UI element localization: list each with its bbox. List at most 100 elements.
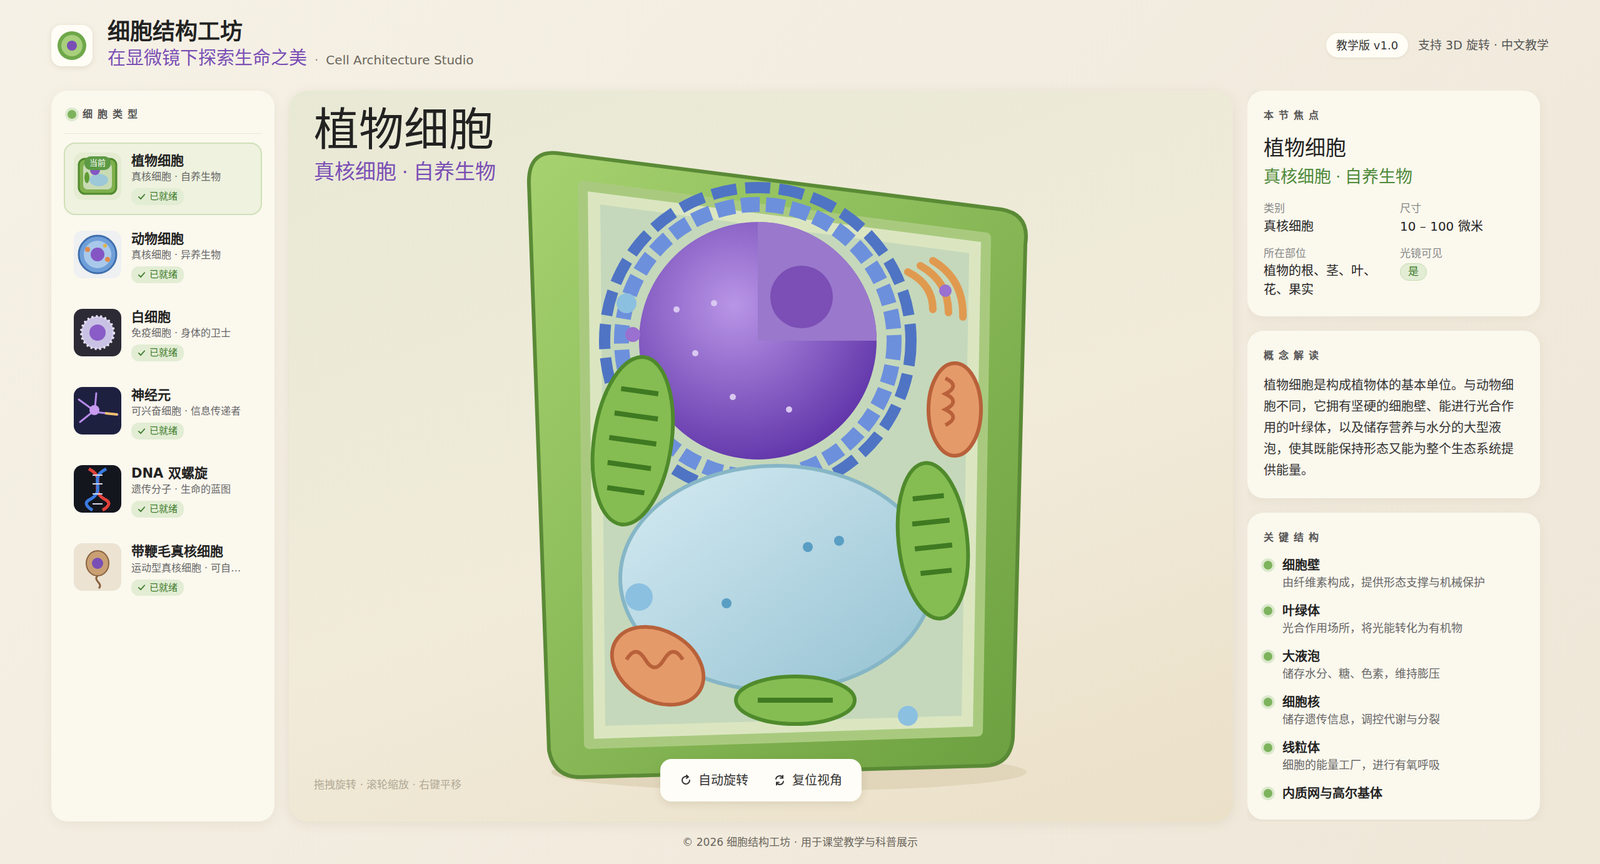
cell-thumbnail xyxy=(73,465,122,513)
item-name: 带鞭毛真核细胞 xyxy=(131,543,241,561)
focus-subtitle: 真核细胞 · 自养生物 xyxy=(1263,164,1524,191)
status-wrap: 已就绪 xyxy=(131,184,221,206)
field-label: 所在部位 xyxy=(1263,245,1388,262)
info-panel[interactable]: 本节焦点植物细胞真核细胞 · 自养生物类别真核细胞尺寸10 – 100 微米所在… xyxy=(1247,90,1549,822)
cell-thumbnail xyxy=(73,308,122,357)
cell-thumbnail xyxy=(73,387,122,435)
item-name: 白细胞 xyxy=(131,308,231,326)
feature-note: 支持 3D 旋转 · 中文教学 xyxy=(1418,36,1549,55)
structure-text: 细胞壁由纤维素构成，提供形态支撑与机械保护 xyxy=(1282,556,1485,591)
structure-desc: 由纤维素构成，提供形态支撑与机械保护 xyxy=(1282,573,1485,591)
status-badge: 已就绪 xyxy=(131,422,184,440)
field-value: 10 – 100 微米 xyxy=(1399,218,1484,234)
status-text: 已就绪 xyxy=(149,580,178,596)
cell-thumbnail xyxy=(73,230,122,279)
sidebar-item[interactable]: 带鞭毛真核细胞运动型真核细胞 · 可自… 已就绪 xyxy=(63,533,262,606)
cell-thumbnail: 当前 xyxy=(73,152,122,201)
focus-title: 植物细胞 xyxy=(1263,133,1524,165)
header-dot xyxy=(67,110,77,119)
item-subtitle: 运动型真核细胞 · 可自… xyxy=(131,560,241,576)
button-label: 复位视角 xyxy=(792,770,843,790)
structure-name: 大液泡 xyxy=(1282,647,1440,666)
sidebar-item[interactable]: 神经元可兴奋细胞 · 信息传递者已就绪 xyxy=(63,377,262,450)
item-text: 白细胞免疫细胞 · 身体的卫士已就绪 xyxy=(131,308,231,362)
item-name: 植物细胞 xyxy=(131,152,221,170)
structure-item[interactable]: 大液泡储存水分、糖、色素，维持膨压 xyxy=(1263,647,1524,683)
app-header: 细胞结构工坊在显微镜下探索生命之美·Cell Architecture Stud… xyxy=(51,0,1549,91)
rotate-icon xyxy=(679,774,693,787)
structure-text: 细胞核储存遗传信息，调控代谢与分裂 xyxy=(1282,693,1440,728)
check-icon xyxy=(137,427,146,436)
field-value-wrap: 是 xyxy=(1399,261,1524,281)
field-value-wrap: 真核细胞 xyxy=(1263,216,1388,236)
structure-item[interactable]: 叶绿体光合作用场所，将光能转化为有机物 xyxy=(1263,602,1524,637)
rotate-button[interactable]: 自动旋转 xyxy=(670,765,758,796)
structure-item[interactable]: 细胞壁由纤维素构成，提供形态支撑与机械保护 xyxy=(1263,556,1524,591)
footer-text: © 2026 细胞结构工坊 · 用于课堂教学与科普展示 xyxy=(682,834,918,851)
field-label: 类别 xyxy=(1263,200,1388,217)
focus-field: 尺寸10 – 100 微米 xyxy=(1399,200,1524,236)
check-icon xyxy=(137,270,146,279)
check-icon xyxy=(137,583,146,592)
focus-label: 本节焦点 xyxy=(1263,108,1524,124)
structure-list: 细胞壁由纤维素构成，提供形态支撑与机械保护叶绿体光合作用场所，将光能转化为有机物… xyxy=(1263,556,1524,803)
sidebar-item[interactable]: 当前植物细胞真核细胞 · 自养生物已就绪 xyxy=(63,142,262,216)
status-badge: 已就绪 xyxy=(131,500,184,518)
structure-item[interactable]: 内质网与高尔基体 xyxy=(1263,784,1524,803)
stage-title: 植物细胞 xyxy=(313,103,497,157)
status-text: 已就绪 xyxy=(149,189,178,204)
item-subtitle: 遗传分子 · 生命的蓝图 xyxy=(131,482,231,498)
sidebar-item[interactable]: DNA 双螺旋遗传分子 · 生命的蓝图已就绪 xyxy=(63,455,262,528)
item-subtitle: 真核细胞 · 异养生物 xyxy=(131,247,221,263)
sidebar-title: 细胞类型 xyxy=(82,106,143,122)
check-icon xyxy=(137,192,146,201)
focus-field: 所在部位植物的根、茎、叶、花、果实 xyxy=(1263,245,1388,300)
bullet-dot xyxy=(1263,606,1273,616)
logo xyxy=(51,25,93,67)
cell-type-sidebar: 细胞类型当前植物细胞真核细胞 · 自养生物已就绪动物细胞真核细胞 · 异养生物已… xyxy=(51,90,275,822)
english-name: Cell Architecture Studio xyxy=(325,50,474,70)
structure-item[interactable]: 线粒体细胞的能量工厂，进行有氧呼吸 xyxy=(1263,739,1524,774)
focus-field: 光镜可见是 xyxy=(1399,245,1524,300)
status-wrap: 已就绪 xyxy=(131,340,231,362)
item-text: 带鞭毛真核细胞运动型真核细胞 · 可自… 已就绪 xyxy=(131,543,241,596)
viewer-stage[interactable]: 植物细胞真核细胞 · 自养生物拖拽旋转 · 滚轮缩放 · 右键平移自动旋转复位视… xyxy=(288,90,1233,822)
focus-card: 本节焦点植物细胞真核细胞 · 自养生物类别真核细胞尺寸10 – 100 微米所在… xyxy=(1247,90,1540,317)
concept-label: 概念解读 xyxy=(1263,348,1524,364)
view-controls: 自动旋转 复位视角 xyxy=(660,759,862,802)
structure-text: 线粒体细胞的能量工厂，进行有氧呼吸 xyxy=(1282,739,1440,774)
app-title: 细胞结构工坊 xyxy=(107,18,474,46)
bullet-dot xyxy=(1263,697,1273,707)
reset-button[interactable]: 复位视角 xyxy=(764,765,852,796)
reset-icon xyxy=(773,774,786,787)
check-icon xyxy=(137,348,146,358)
plant-cell-model[interactable] xyxy=(507,115,1046,798)
sidebar-item[interactable]: 白细胞免疫细胞 · 身体的卫士已就绪 xyxy=(63,298,262,372)
status-wrap: 已就绪 xyxy=(131,418,241,440)
button-label: 自动旋转 xyxy=(698,770,749,790)
item-name: 动物细胞 xyxy=(131,230,221,248)
structures-label: 关键结构 xyxy=(1263,530,1524,546)
field-value-wrap: 10 – 100 微米 xyxy=(1399,216,1524,236)
cell-thumbnail xyxy=(73,543,122,591)
sidebar-item[interactable]: 动物细胞真核细胞 · 异养生物已就绪 xyxy=(63,220,262,294)
structure-desc: 储存遗传信息，调控代谢与分裂 xyxy=(1282,710,1440,728)
status-wrap: 已就绪 xyxy=(131,262,221,284)
status-wrap: 已就绪 xyxy=(131,575,241,597)
item-name: DNA 双螺旋 xyxy=(131,465,231,483)
main-area: 细胞类型当前植物细胞真核细胞 · 自养生物已就绪动物细胞真核细胞 · 异养生物已… xyxy=(51,90,1549,822)
structure-item[interactable]: 细胞核储存遗传信息，调控代谢与分裂 xyxy=(1263,693,1524,728)
structure-desc: 细胞的能量工厂，进行有氧呼吸 xyxy=(1282,756,1440,774)
structure-desc: 储存水分、糖、色素，维持膨压 xyxy=(1282,665,1440,683)
current-badge: 当前 xyxy=(84,156,111,171)
brand-text: 细胞结构工坊在显微镜下探索生命之美·Cell Architecture Stud… xyxy=(107,18,474,73)
concept-card: 概念解读植物细胞是构成植物体的基本单位。与动物细胞不同，它拥有坚硬的细胞壁、能进… xyxy=(1247,330,1540,499)
status-badge: 已就绪 xyxy=(131,579,184,597)
stage-subtitle: 真核细胞 · 自养生物 xyxy=(313,156,497,189)
concept-text: 植物细胞是构成植物体的基本单位。与动物细胞不同，它拥有坚硬的细胞壁、能进行光合作… xyxy=(1263,374,1524,481)
focus-field: 类别真核细胞 xyxy=(1263,200,1388,236)
structure-name: 细胞壁 xyxy=(1282,556,1485,574)
brand: 细胞结构工坊在显微镜下探索生命之美·Cell Architecture Stud… xyxy=(51,18,474,73)
check-icon xyxy=(137,505,146,514)
item-name: 神经元 xyxy=(131,387,241,404)
